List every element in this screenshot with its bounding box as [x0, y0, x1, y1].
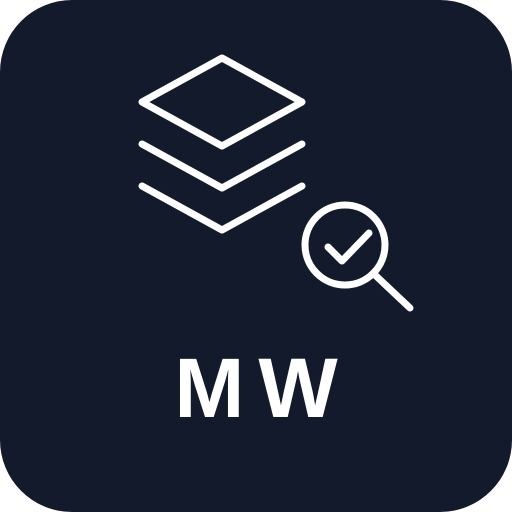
checkmark-icon [324, 229, 373, 265]
app-icon[interactable]: MW [0, 0, 512, 512]
magnifier-check-icon [301, 201, 414, 312]
layer-bottom-icon [138, 182, 306, 234]
layer-middle-icon [138, 140, 306, 192]
layer-top-icon [138, 54, 306, 150]
app-label: MW [174, 341, 352, 435]
magnifier-handle-icon [371, 271, 414, 312]
layers-stack-icon [138, 54, 306, 234]
